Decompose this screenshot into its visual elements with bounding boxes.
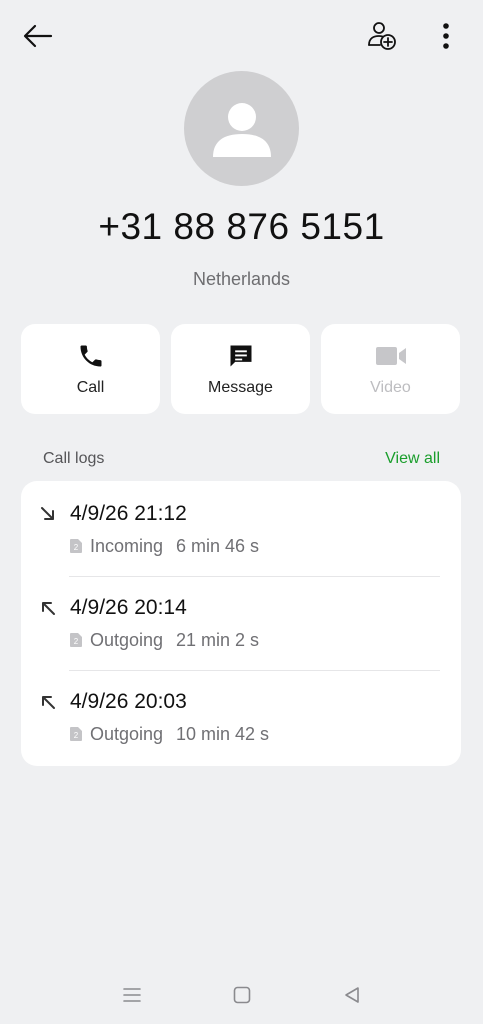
more-vertical-icon	[443, 23, 449, 49]
call-log-datetime: 4/9/26 20:14	[70, 596, 187, 619]
triangle-back-icon	[345, 987, 359, 1003]
call-logs-title: Call logs	[43, 450, 105, 467]
home-button[interactable]	[224, 982, 260, 1008]
call-log-duration: 10 min 42 s	[176, 724, 270, 744]
sim-card-icon: 2	[70, 539, 82, 553]
top-app-bar	[0, 0, 483, 72]
back-button[interactable]	[14, 16, 62, 56]
contact-actions: Call Message Video	[21, 324, 460, 414]
system-navigation-bar	[0, 964, 483, 1024]
call-log-item[interactable]: 4/9/26 21:12 2 Incoming 6 min 46 s	[21, 481, 461, 575]
incoming-call-arrow-icon	[41, 507, 54, 520]
video-label: Video	[370, 379, 411, 396]
call-logs-header: Call logs View all	[43, 450, 440, 468]
message-button[interactable]: Message	[171, 324, 310, 414]
contact-avatar	[184, 71, 299, 186]
sim-card-icon: 2	[70, 633, 82, 647]
more-options-button[interactable]	[426, 14, 466, 58]
menu-icon	[123, 988, 141, 1002]
call-log-type: Incoming	[90, 536, 164, 556]
call-log-item[interactable]: 4/9/26 20:03 2 Outgoing 10 min 42 s	[21, 669, 461, 763]
call-log-duration: 21 min 2 s	[176, 630, 260, 650]
svg-text:2: 2	[74, 637, 79, 646]
svg-text:2: 2	[74, 543, 79, 552]
phone-number: +31 88 876 5151	[98, 206, 385, 247]
arrow-left-icon	[23, 24, 53, 48]
outgoing-call-arrow-icon	[42, 696, 55, 709]
video-icon	[375, 347, 406, 365]
call-logs-card: 4/9/26 21:12 2 Incoming 6 min 46 s 4/9/2…	[21, 481, 461, 766]
call-button[interactable]: Call	[21, 324, 160, 414]
call-label: Call	[76, 379, 105, 396]
recent-apps-button[interactable]	[114, 982, 150, 1008]
call-log-type: Outgoing	[90, 724, 164, 744]
call-log-datetime: 4/9/26 21:12	[70, 502, 187, 525]
add-contact-button[interactable]	[358, 14, 406, 58]
system-back-button[interactable]	[334, 982, 370, 1008]
view-all-link[interactable]: View all	[385, 450, 440, 468]
add-person-icon	[368, 22, 396, 50]
call-log-type: Outgoing	[90, 630, 164, 650]
svg-text:2: 2	[74, 731, 79, 740]
person-icon	[212, 102, 271, 157]
call-log-datetime: 4/9/26 20:03	[70, 690, 187, 713]
phone-icon	[80, 345, 101, 367]
sim-card-icon: 2	[70, 727, 82, 741]
square-icon	[233, 986, 251, 1004]
message-icon	[230, 345, 251, 367]
call-log-item[interactable]: 4/9/26 20:14 2 Outgoing 21 min 2 s	[21, 575, 461, 669]
call-log-duration: 6 min 46 s	[176, 536, 260, 556]
video-call-button[interactable]: Video	[321, 324, 460, 414]
contact-country: Netherlands	[192, 269, 291, 289]
message-label: Message	[208, 379, 273, 396]
outgoing-call-arrow-icon	[42, 602, 55, 615]
